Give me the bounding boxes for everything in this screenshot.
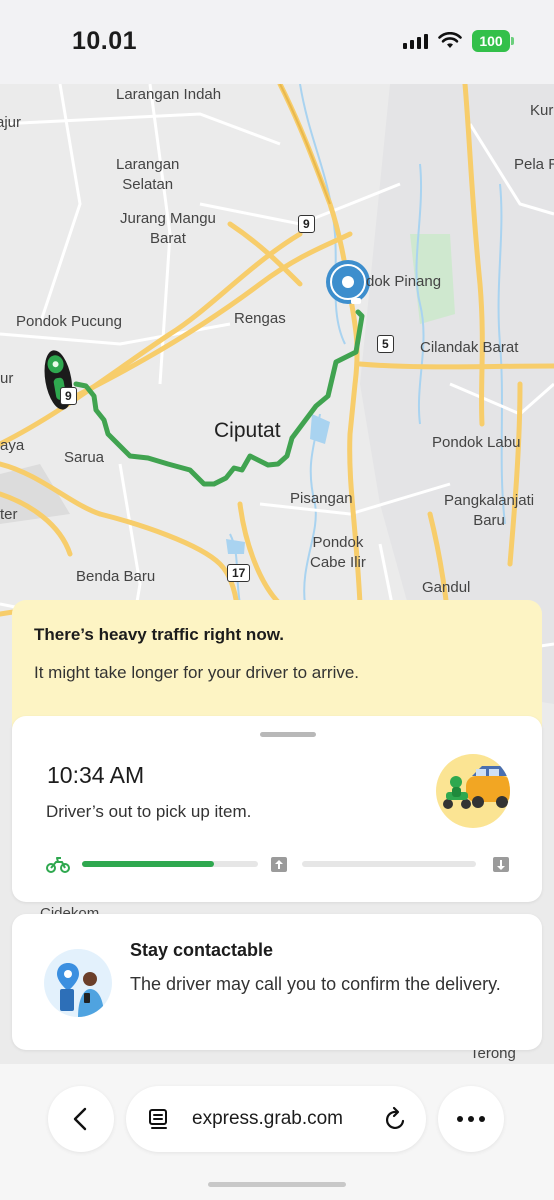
map-label: Sarua [64, 449, 105, 466]
road-shield: 9 [298, 215, 315, 233]
progress-track-1 [82, 861, 258, 867]
status-bar: 10.01 100 [0, 0, 554, 84]
map-label: Jurang Mangu Barat [120, 210, 216, 247]
drag-handle[interactable] [260, 732, 316, 737]
map-label: aya [0, 437, 25, 454]
stay-contactable-card: Stay contactable The driver may call you… [12, 914, 542, 1050]
url-text: express.grab.com [192, 1108, 344, 1129]
map-label: Pela R [514, 156, 554, 173]
contact-title: Stay contactable [130, 940, 274, 960]
road-shield: 17 [227, 564, 251, 582]
progress-fill [82, 861, 214, 867]
driver-illustration [436, 754, 510, 828]
cellular-signal-icon [403, 33, 428, 49]
map-label: ur [0, 370, 14, 387]
map-label: Pondok Pucung [16, 313, 122, 330]
home-indicator [208, 1182, 346, 1187]
motorbike-icon [46, 857, 70, 873]
contact-illustration [44, 949, 112, 1017]
map-label: Ciputat [214, 419, 281, 442]
back-icon [73, 1107, 87, 1131]
map-label: Pangkalanjati Baru [444, 492, 535, 529]
traffic-message: It might take longer for your driver to … [34, 663, 360, 682]
map-label: Kur [530, 102, 554, 119]
dropoff-box-icon [493, 857, 509, 872]
road-shield: 5 [377, 335, 394, 353]
reader-icon[interactable] [148, 1108, 170, 1130]
delivery-progress [46, 854, 512, 874]
map-label: Pisangan [290, 490, 353, 507]
map-label: ajur [0, 114, 22, 131]
map-label: Cilandak Barat [420, 339, 519, 356]
traffic-banner: There’s heavy traffic right now. It migh… [12, 600, 542, 730]
traffic-title: There’s heavy traffic right now. [34, 625, 285, 644]
location-pin-icon [326, 260, 370, 304]
map-label: Larangan Selatan [116, 156, 180, 193]
wifi-icon [438, 32, 462, 48]
delivery-status-card[interactable]: 10:34 AM Driver’s out to pick up item. [12, 716, 542, 902]
map-label: Benda Baru [76, 568, 156, 585]
back-button[interactable] [48, 1086, 114, 1152]
battery-icon: 100 [472, 30, 514, 52]
progress-track-2 [302, 861, 476, 867]
map-label: dok Pinang [366, 273, 442, 290]
map-label: Rengas [234, 310, 286, 327]
map-label: ter [0, 506, 18, 523]
road-shield: 9 [60, 387, 77, 405]
reload-icon[interactable] [384, 1106, 408, 1132]
status-icons: 100 [403, 30, 514, 52]
more-button[interactable] [438, 1086, 504, 1152]
status-description: Driver’s out to pick up item. [46, 802, 252, 821]
contact-message: The driver may call you to confirm the d… [130, 974, 501, 994]
address-bar[interactable]: express.grab.com [126, 1086, 426, 1152]
status-time: 10.01 [72, 27, 138, 55]
map-label: Larangan Indah [116, 86, 222, 103]
browser-toolbar: express.grab.com [0, 1064, 554, 1200]
map-label: Pondok Cabe Ilir [310, 534, 366, 571]
map-label: Gandul [422, 579, 471, 596]
eta-time: 10:34 AM [47, 762, 145, 788]
map-label: Pondok Labu [432, 434, 521, 451]
pickup-box-icon [271, 857, 287, 872]
more-icon [457, 1116, 485, 1122]
